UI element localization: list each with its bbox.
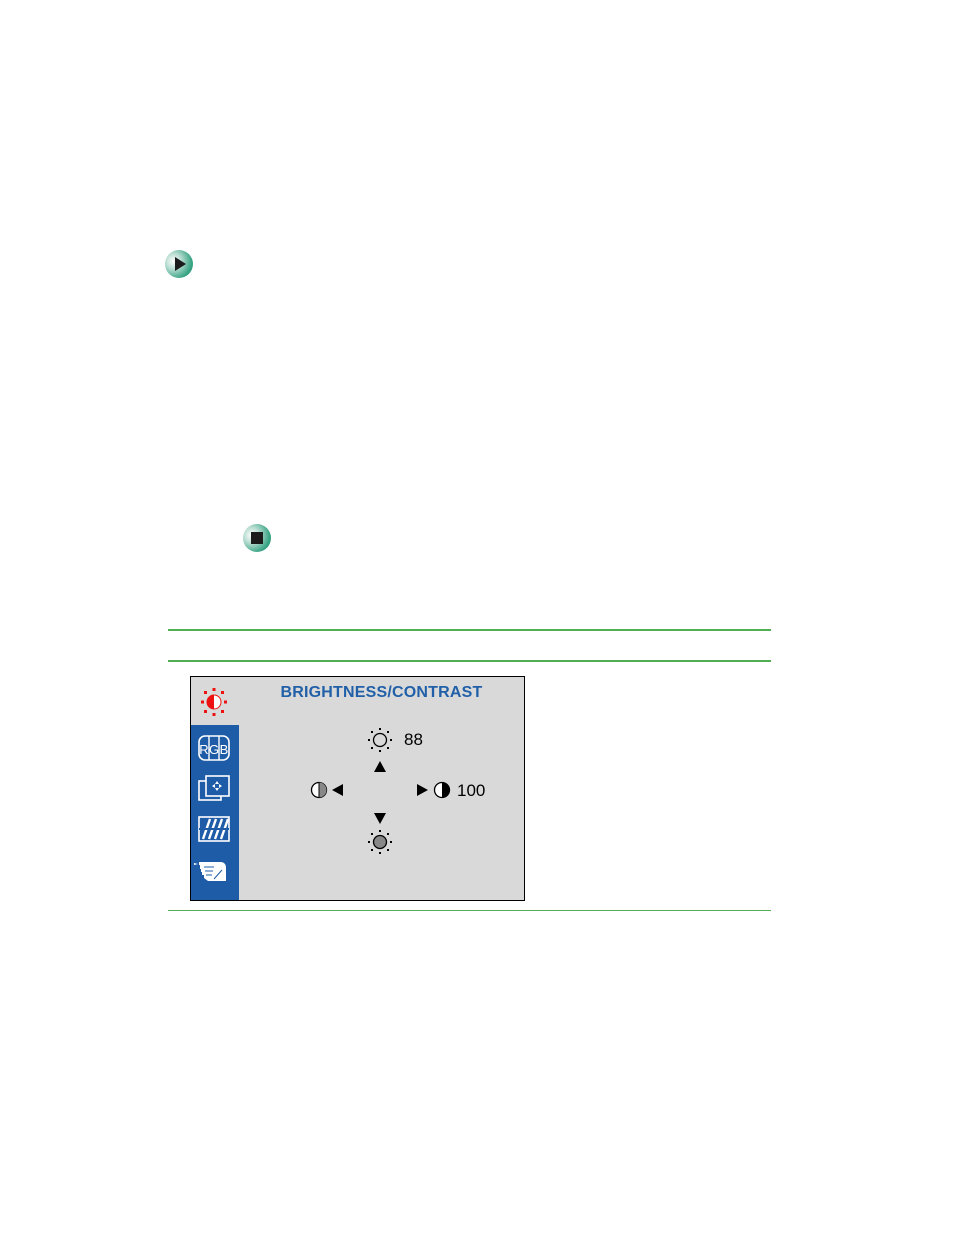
section-rule-middle <box>168 660 771 662</box>
brightness-up-arrow[interactable] <box>374 761 386 772</box>
osd-sidebar: R G B <box>191 725 239 900</box>
osd-tab-brightness-contrast[interactable] <box>191 677 239 725</box>
contrast-up-arrow[interactable] <box>417 784 428 796</box>
section-rule-bottom <box>168 910 771 911</box>
svg-text:B: B <box>220 742 229 757</box>
play-arrow-icon <box>165 250 193 278</box>
contrast-value: 100 <box>457 781 486 800</box>
brightness-low-icon <box>368 830 392 854</box>
contrast-down-arrow[interactable] <box>332 784 343 796</box>
brightness-value: 88 <box>404 730 423 749</box>
contrast-low-icon <box>310 781 328 799</box>
osd-title: BRIGHTNESS/CONTRAST <box>280 684 483 701</box>
stop-square-icon <box>243 524 271 552</box>
svg-text:G: G <box>209 742 219 757</box>
contrast-high-icon <box>433 781 451 799</box>
brightness-down-arrow[interactable] <box>374 813 386 824</box>
section-rule-top <box>168 629 771 631</box>
brightness-high-icon <box>368 728 392 752</box>
svg-text:R: R <box>199 742 208 757</box>
osd-menu-figure: R G B BRIGHTNESS/CONTRAST 88 100 <box>190 676 525 901</box>
rgb-icon[interactable]: R G B <box>197 734 231 762</box>
position-icon[interactable] <box>197 774 231 802</box>
brightness-contrast-icon <box>201 688 227 716</box>
degauss-icon[interactable] <box>197 815 231 843</box>
hand-setup-icon[interactable] <box>193 857 231 885</box>
